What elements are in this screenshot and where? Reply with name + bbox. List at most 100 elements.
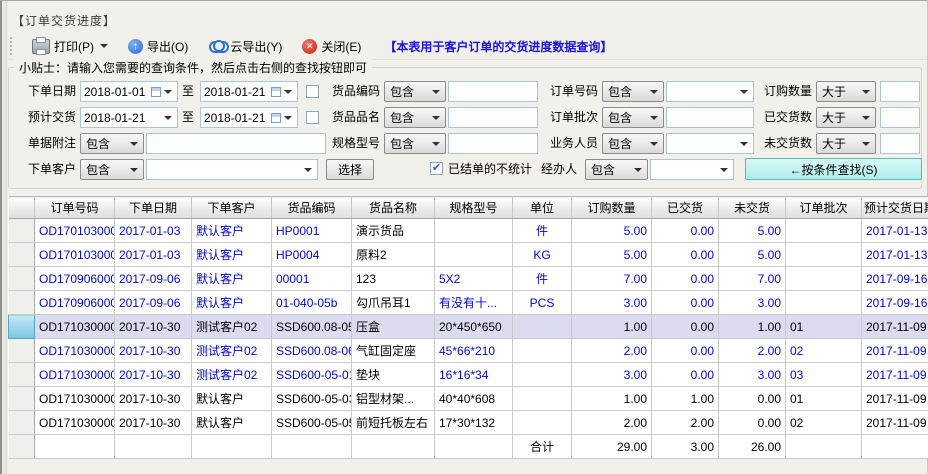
item-code-op[interactable]: 包含: [384, 81, 446, 102]
table-row[interactable]: OD17103000022017-10-30测试客户02SSD600.08-06…: [9, 339, 928, 363]
toolbar-gripper[interactable]: [10, 37, 15, 55]
expected-delivery-from[interactable]: 2018-01-21: [80, 107, 178, 128]
table-row[interactable]: OD17010300012017-01-03默认客户HP0004原料2KG5.0…: [9, 243, 928, 267]
toolbar: 打印(P) ↑ 导出(O) 云导出(Y) ✕ 关闭(E) 【本表用于客户订单的交…: [8, 33, 927, 60]
column-header[interactable]: 未交货: [719, 197, 786, 219]
order-no-op[interactable]: 包含: [602, 81, 664, 102]
row-selector[interactable]: [9, 315, 35, 339]
table-cell: 测试客户02: [192, 339, 272, 363]
customer-op[interactable]: 包含: [80, 159, 144, 180]
column-header[interactable]: 单位: [513, 197, 572, 219]
delivered-qty-op[interactable]: 大于: [816, 107, 876, 128]
order-date-to[interactable]: 2018-01-21: [200, 81, 298, 102]
table-cell: 7.00: [572, 267, 652, 291]
chevron-down-icon[interactable]: [100, 44, 108, 48]
chevron-down-icon: [432, 116, 440, 120]
table-cell: OD1701030001: [35, 219, 115, 243]
order-batch-op[interactable]: 包含: [602, 107, 664, 128]
column-header[interactable]: 下单日期: [115, 197, 192, 219]
chevron-down-icon[interactable]: [284, 116, 292, 120]
table-row[interactable]: OD17010300012017-01-03默认客户HP0001演示货品件5.0…: [9, 219, 928, 243]
close-label: 关闭(E): [321, 38, 361, 55]
table-row[interactable]: 合计29.003.0026.00: [9, 435, 928, 459]
chevron-down-icon[interactable]: [284, 90, 292, 94]
chevron-down-icon[interactable]: [164, 116, 172, 120]
column-header[interactable]: 已交货: [652, 197, 719, 219]
chevron-down-icon[interactable]: [740, 142, 748, 146]
table-cell: OD1710300002: [35, 339, 115, 363]
spec-input[interactable]: [448, 133, 538, 154]
row-selector[interactable]: [9, 267, 35, 291]
table-row[interactable]: OD17103000012017-10-30测试客户02SSD600.08-05…: [9, 315, 928, 339]
order-batch-input[interactable]: [666, 107, 754, 128]
handler-combo[interactable]: [650, 159, 734, 180]
cloud-export-button[interactable]: 云导出(Y): [205, 37, 285, 56]
column-header[interactable]: 货品名称: [352, 197, 435, 219]
spec-op[interactable]: 包含: [384, 133, 446, 154]
salesperson-op[interactable]: 包含: [602, 133, 664, 154]
row-selector[interactable]: [9, 363, 35, 387]
export-button[interactable]: ↑ 导出(O): [125, 37, 191, 56]
calendar-icon[interactable]: [271, 113, 281, 123]
undelivered-qty-op[interactable]: 大于: [816, 133, 876, 154]
column-header[interactable]: 预计交货日期: [862, 197, 928, 219]
order-date-checkbox[interactable]: [306, 85, 319, 98]
salesperson-combo[interactable]: [666, 133, 754, 154]
row-selector[interactable]: [9, 435, 35, 459]
row-selector[interactable]: [9, 387, 35, 411]
table-cell: [513, 339, 572, 363]
row-selector[interactable]: [9, 411, 35, 435]
order-no-combo[interactable]: [666, 81, 754, 102]
column-header[interactable]: 订购数量: [572, 197, 652, 219]
row-selector[interactable]: [9, 291, 35, 315]
table-cell: [513, 387, 572, 411]
table-cell: PCS: [513, 291, 572, 315]
calendar-icon[interactable]: [151, 87, 161, 97]
handler-op[interactable]: 包含: [585, 159, 648, 180]
doc-note-op[interactable]: 包含: [80, 133, 144, 154]
search-button[interactable]: ←按条件查找(S): [745, 158, 922, 180]
table-row[interactable]: OD17090600012017-09-06默认客户01-040-05b勾爪吊耳…: [9, 291, 928, 315]
table-row[interactable]: OD17090600012017-09-06默认客户000011235X2件7.…: [9, 267, 928, 291]
column-header[interactable]: 订单批次: [786, 197, 862, 219]
undelivered-qty-input[interactable]: [880, 133, 920, 154]
chevron-down-icon[interactable]: [304, 168, 312, 172]
doc-note-input[interactable]: [146, 133, 326, 154]
table-row[interactable]: OD17103000052017-10-30默认客户SSD600-05-05前短…: [9, 411, 928, 435]
table-cell: 2017-01-13: [862, 219, 928, 243]
order-date-from[interactable]: 2018-01-01: [80, 81, 178, 102]
expected-delivery-checkbox[interactable]: [306, 111, 319, 124]
order-qty-op[interactable]: 大于: [816, 81, 876, 102]
table-cell: 00001: [272, 267, 352, 291]
table-cell: 3.00: [572, 291, 652, 315]
chevron-down-icon[interactable]: [740, 90, 748, 94]
column-header[interactable]: 下单客户: [192, 197, 272, 219]
closed-exclude-checkbox[interactable]: ✔: [430, 162, 443, 175]
column-header[interactable]: 规格型号: [435, 197, 513, 219]
column-header[interactable]: 订单号码: [35, 197, 115, 219]
table-cell: 2017-11-09: [862, 315, 928, 339]
close-button[interactable]: ✕ 关闭(E): [299, 37, 364, 56]
calendar-icon[interactable]: [271, 87, 281, 97]
chevron-down-icon[interactable]: [164, 90, 172, 94]
table-cell: [352, 435, 435, 459]
order-qty-input[interactable]: [880, 81, 920, 102]
window-title: 【订单交货进度】: [12, 12, 116, 29]
table-cell: 1.00: [572, 315, 652, 339]
table-row[interactable]: OD17103000032017-10-30测试客户02SSD600-05-01…: [9, 363, 928, 387]
row-selector[interactable]: [9, 243, 35, 267]
item-name-op[interactable]: 包含: [384, 107, 446, 128]
row-selector[interactable]: [9, 219, 35, 243]
select-customer-button[interactable]: 选择: [326, 159, 374, 180]
item-code-input[interactable]: [448, 81, 538, 102]
delivered-qty-input[interactable]: [880, 107, 920, 128]
print-button[interactable]: 打印(P): [29, 37, 111, 56]
chevron-down-icon[interactable]: [720, 168, 728, 172]
customer-combo[interactable]: [146, 159, 318, 180]
table-row[interactable]: OD17103000042017-10-30默认客户SSD600-05-03铝型…: [9, 387, 928, 411]
salesperson-op-value: 包含: [608, 135, 632, 152]
item-name-input[interactable]: [448, 107, 538, 128]
column-header[interactable]: 货品编码: [272, 197, 352, 219]
row-selector[interactable]: [9, 339, 35, 363]
expected-delivery-to[interactable]: 2018-01-21: [200, 107, 298, 128]
